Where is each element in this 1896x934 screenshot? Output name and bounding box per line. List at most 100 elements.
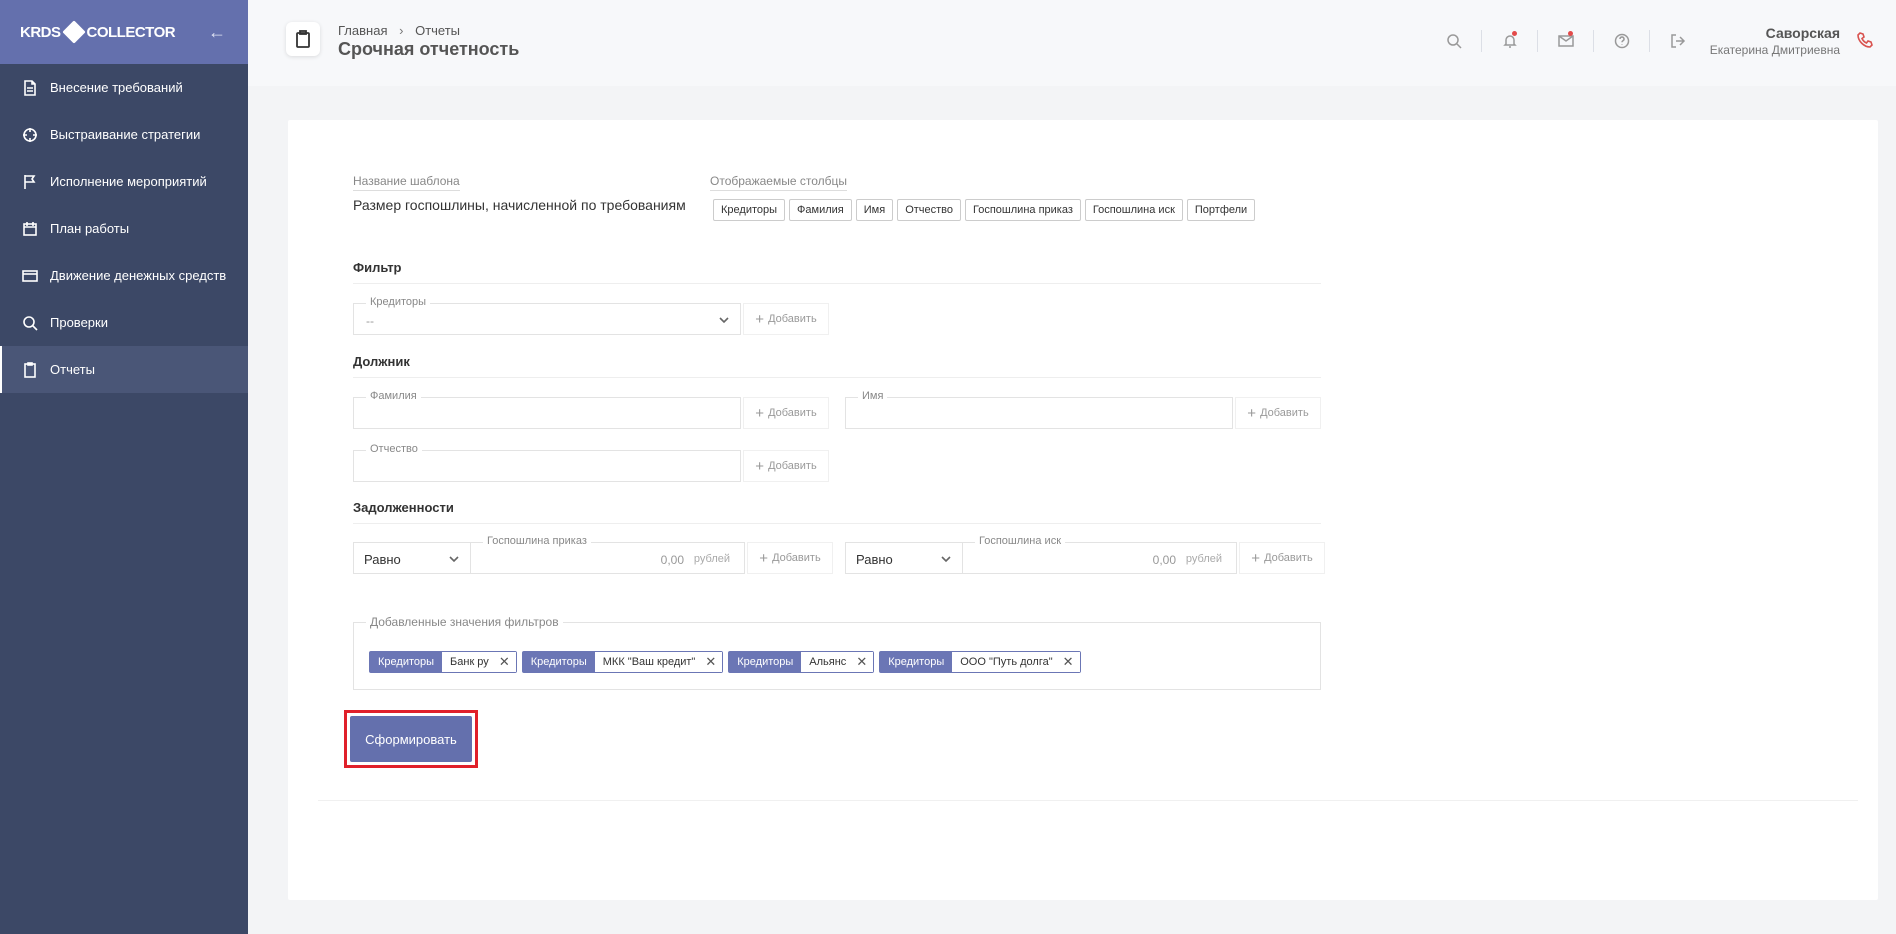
logo[interactable]: KRDS COLLECTOR bbox=[20, 20, 176, 44]
plus-icon: + bbox=[755, 404, 765, 422]
filter-tag: Кредиторы Альянс ✕ bbox=[728, 651, 875, 673]
breadcrumb-separator-icon: › bbox=[399, 23, 404, 38]
flag-icon bbox=[24, 174, 36, 189]
add-fee-claim-button[interactable]: + Добавить bbox=[1239, 542, 1325, 574]
fee-order-input[interactable]: Госпошлина приказ 0,00 рублей bbox=[470, 535, 745, 574]
phone-button[interactable] bbox=[1856, 31, 1874, 54]
close-icon[interactable]: ✕ bbox=[1060, 652, 1080, 672]
add-label: Добавить bbox=[1260, 407, 1309, 419]
target-icon bbox=[23, 127, 37, 142]
header-actions bbox=[1426, 30, 1706, 52]
column-chip: Кредиторы bbox=[713, 199, 786, 221]
fee-order-amount: 0,00 bbox=[660, 553, 684, 567]
chevron-down-icon bbox=[448, 552, 460, 570]
filter-tag: Кредиторы Банк ру ✕ bbox=[369, 651, 517, 673]
filter-tag: Кредиторы МКК "Ваш кредит" ✕ bbox=[521, 651, 724, 673]
help-icon bbox=[1614, 33, 1629, 49]
sidebar-item-label: Отчеты bbox=[50, 362, 95, 377]
add-label: Добавить bbox=[1264, 552, 1313, 564]
sidebar-item-label: Выстраивание стратегии bbox=[50, 127, 201, 142]
close-icon[interactable]: ✕ bbox=[496, 652, 516, 672]
add-fee-order-button[interactable]: + Добавить bbox=[747, 542, 833, 574]
fee-order-label: Госпошлина приказ bbox=[483, 535, 591, 547]
breadcrumb-reports[interactable]: Отчеты bbox=[415, 23, 460, 38]
logo-text-right: COLLECTOR bbox=[86, 23, 176, 41]
added-filters-box: Добавленные значения фильтров Кредиторы … bbox=[353, 615, 1321, 690]
filter-tag-value: ООО "Путь долга" bbox=[952, 652, 1061, 672]
search-icon bbox=[23, 315, 38, 331]
compare-value: Равно bbox=[364, 552, 401, 567]
fee-order-compare-select[interactable]: Равно bbox=[353, 542, 471, 574]
column-chip: Госпошлина приказ bbox=[965, 199, 1081, 221]
sidebar-item-label: Проверки bbox=[50, 315, 108, 330]
sidebar-item-requirements[interactable]: Внесение требований bbox=[0, 64, 248, 111]
search-icon bbox=[1446, 34, 1462, 49]
user-last-name: Саворская bbox=[1765, 25, 1840, 41]
fee-claim-compare-select[interactable]: Равно bbox=[845, 542, 963, 574]
patronymic-input[interactable]: Отчество bbox=[353, 443, 741, 482]
sidebar-item-execution[interactable]: Исполнение мероприятий bbox=[0, 158, 248, 205]
currency-label: рублей bbox=[1185, 553, 1222, 565]
debtor-section-title: Должник bbox=[353, 354, 1321, 378]
user-info[interactable]: Саворская Екатерина Дмитриевна bbox=[1710, 25, 1840, 57]
plus-icon: + bbox=[755, 457, 765, 475]
name-label: Имя bbox=[858, 390, 888, 402]
chevron-down-icon bbox=[718, 313, 730, 325]
filter-tag: Кредиторы ООО "Путь долга" ✕ bbox=[879, 651, 1081, 673]
notifications-button[interactable] bbox=[1482, 30, 1538, 52]
add-surname-button[interactable]: + Добавить bbox=[743, 397, 829, 429]
add-name-button[interactable]: + Добавить bbox=[1235, 397, 1321, 429]
column-chip: Имя bbox=[855, 199, 894, 221]
columns-chips: Кредиторы Фамилия Имя Отчество Госпошлин… bbox=[713, 199, 1259, 221]
plus-icon: + bbox=[759, 549, 769, 567]
search-button[interactable] bbox=[1426, 30, 1482, 52]
surname-input[interactable]: Фамилия bbox=[353, 390, 741, 429]
sidebar: KRDS COLLECTOR ← Внесение требований Выс… bbox=[0, 0, 248, 934]
page-clipboard-icon bbox=[286, 22, 320, 56]
help-button[interactable] bbox=[1594, 30, 1650, 52]
sidebar-header: KRDS COLLECTOR ← bbox=[0, 0, 248, 64]
calendar-icon bbox=[23, 221, 37, 236]
sidebar-item-label: Исполнение мероприятий bbox=[50, 174, 207, 189]
plus-icon: + bbox=[1247, 404, 1257, 422]
sidebar-menu: Внесение требований Выстраивание стратег… bbox=[0, 64, 248, 393]
debts-section-title: Задолженности bbox=[353, 500, 1321, 524]
column-chip: Фамилия bbox=[789, 199, 852, 221]
breadcrumb-home[interactable]: Главная bbox=[338, 23, 387, 38]
columns-label: Отображаемые столбцы bbox=[710, 174, 847, 191]
sidebar-item-work-plan[interactable]: План работы bbox=[0, 205, 248, 252]
name-input[interactable]: Имя bbox=[845, 390, 1233, 429]
card-icon bbox=[22, 269, 38, 282]
filter-tag-value: Альянс bbox=[801, 652, 855, 672]
add-patronymic-button[interactable]: + Добавить bbox=[743, 450, 829, 482]
sidebar-item-cash-flow[interactable]: Движение денежных средств bbox=[0, 252, 248, 299]
message-dot bbox=[1568, 31, 1573, 36]
generate-report-button[interactable]: Сформировать bbox=[350, 716, 472, 762]
logout-button[interactable] bbox=[1650, 30, 1706, 52]
top-header: Главная › Отчеты Срочная отчетность Саво… bbox=[248, 0, 1896, 86]
chevron-down-icon bbox=[940, 552, 952, 570]
sidebar-item-label: Движение денежных средств bbox=[50, 268, 227, 283]
close-icon[interactable]: ✕ bbox=[854, 652, 874, 672]
add-label: Добавить bbox=[768, 460, 817, 472]
sidebar-item-label: План работы bbox=[50, 221, 130, 236]
creditors-label: Кредиторы bbox=[366, 296, 431, 308]
filter-section-title: Фильтр bbox=[353, 260, 1321, 284]
added-filters-label: Добавленные значения фильтров bbox=[366, 615, 563, 629]
add-creditor-button[interactable]: + Добавить bbox=[743, 303, 829, 335]
page-title: Срочная отчетность bbox=[338, 39, 520, 59]
added-filter-tags: Кредиторы Банк ру ✕ Кредиторы МКК "Ваш к… bbox=[369, 651, 1086, 673]
collapse-arrow-icon[interactable]: ← bbox=[208, 22, 226, 43]
column-chip: Портфели bbox=[1186, 199, 1256, 221]
compare-value: Равно bbox=[856, 552, 893, 567]
fee-claim-amount: 0,00 bbox=[1152, 553, 1176, 567]
sidebar-item-checks[interactable]: Проверки bbox=[0, 299, 248, 346]
sidebar-item-strategy[interactable]: Выстраивание стратегии bbox=[0, 111, 248, 158]
close-icon[interactable]: ✕ bbox=[703, 652, 723, 672]
logo-text-left: KRDS bbox=[20, 23, 61, 41]
sidebar-item-reports[interactable]: Отчеты bbox=[0, 346, 248, 393]
creditors-select[interactable]: Кредиторы -- bbox=[353, 296, 741, 335]
fee-claim-input[interactable]: Госпошлина иск 0,00 рублей bbox=[962, 535, 1237, 574]
column-chip: Госпошлина иск bbox=[1084, 199, 1183, 221]
messages-button[interactable] bbox=[1538, 30, 1594, 52]
